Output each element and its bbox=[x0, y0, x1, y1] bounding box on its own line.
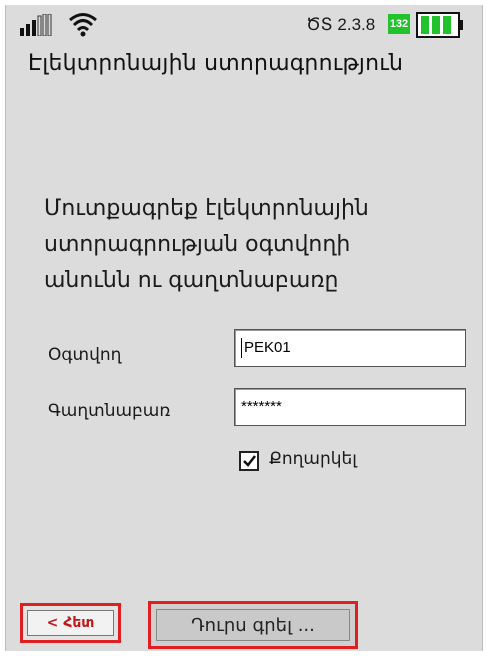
screen: ԾՏ 2.3.8 132 Էլեկտրոնային ստորագրություն… bbox=[5, 5, 483, 651]
back-button-label: < Հետ bbox=[27, 610, 114, 636]
version-label: ԾՏ 2.3.8 bbox=[306, 15, 376, 34]
logout-button-label: Դուրս գրել ... bbox=[156, 609, 350, 641]
device-frame: ԾՏ 2.3.8 132 Էլեկտրոնային ստորագրություն… bbox=[3, 3, 483, 653]
hide-password-checkbox[interactable] bbox=[239, 451, 259, 471]
instructions-text: Մուտքագրեք էլեկտրոնային ստորագրության օգ… bbox=[44, 196, 369, 293]
signal-icon bbox=[20, 14, 52, 36]
password-input[interactable]: ******* bbox=[234, 388, 466, 426]
username-label: Օգտվող bbox=[48, 345, 122, 365]
text-caret bbox=[241, 338, 242, 359]
page-title: Էլեկտրոնային ստորագրություն bbox=[28, 51, 404, 76]
username-value: PEK01 bbox=[244, 339, 291, 356]
battery-level-badge: 132 bbox=[388, 14, 410, 34]
back-button[interactable]: < Հետ bbox=[20, 603, 121, 643]
logout-button[interactable]: Դուրս գրել ... bbox=[148, 601, 358, 649]
status-bar: ԾՏ 2.3.8 132 bbox=[6, 5, 482, 45]
password-value: ******* bbox=[241, 398, 282, 415]
hide-password-label: Քողարկել bbox=[269, 449, 357, 469]
password-label: Գաղտնաբառ bbox=[48, 401, 171, 421]
username-input[interactable]: PEK01 bbox=[234, 329, 466, 367]
checkmark-icon bbox=[243, 455, 256, 467]
battery-icon bbox=[416, 12, 463, 38]
wifi-icon bbox=[69, 13, 97, 37]
